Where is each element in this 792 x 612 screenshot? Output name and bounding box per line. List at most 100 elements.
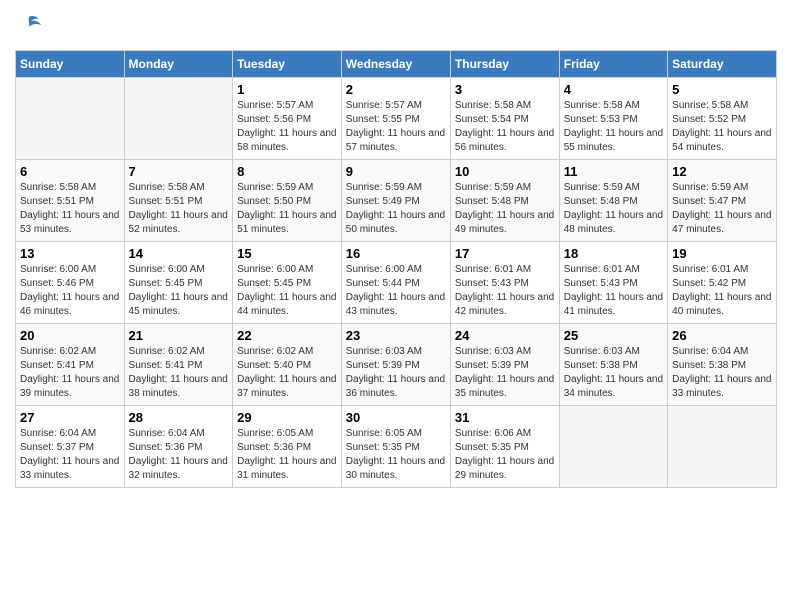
day-number: 29 [237,410,337,425]
calendar-cell: 21 Sunrise: 6:02 AM Sunset: 5:41 PM Dayli… [124,324,233,406]
day-number: 30 [346,410,446,425]
day-number: 6 [20,164,120,179]
day-info: Sunrise: 5:59 AM Sunset: 5:48 PM Dayligh… [564,181,663,237]
col-header-saturday: Saturday [668,51,777,78]
day-number: 18 [564,246,663,261]
day-number: 25 [564,328,663,343]
day-info: Sunrise: 6:02 AM Sunset: 5:41 PM Dayligh… [20,345,120,401]
logo-bird-icon [17,15,41,35]
calendar-cell: 20 Sunrise: 6:02 AM Sunset: 5:41 PM Dayli… [16,324,125,406]
calendar-cell [124,78,233,160]
col-header-thursday: Thursday [450,51,559,78]
day-info: Sunrise: 5:57 AM Sunset: 5:56 PM Dayligh… [237,99,337,155]
calendar-cell: 7 Sunrise: 5:58 AM Sunset: 5:51 PM Daylig… [124,160,233,242]
calendar-cell: 16 Sunrise: 6:00 AM Sunset: 5:44 PM Dayli… [341,242,450,324]
calendar-cell [16,78,125,160]
day-info: Sunrise: 5:58 AM Sunset: 5:54 PM Dayligh… [455,99,555,155]
day-number: 22 [237,328,337,343]
day-number: 4 [564,82,663,97]
calendar-cell: 4 Sunrise: 5:58 AM Sunset: 5:53 PM Daylig… [559,78,667,160]
day-number: 10 [455,164,555,179]
day-info: Sunrise: 5:59 AM Sunset: 5:50 PM Dayligh… [237,181,337,237]
day-number: 21 [129,328,229,343]
day-number: 11 [564,164,663,179]
day-number: 2 [346,82,446,97]
day-info: Sunrise: 6:00 AM Sunset: 5:44 PM Dayligh… [346,263,446,319]
calendar-week-2: 6 Sunrise: 5:58 AM Sunset: 5:51 PM Daylig… [16,160,777,242]
day-number: 8 [237,164,337,179]
day-number: 24 [455,328,555,343]
calendar-cell: 28Sunrise: 6:04 AM Sunset: 5:36 PM Dayli… [124,406,233,488]
day-info: Sunrise: 6:03 AM Sunset: 5:39 PM Dayligh… [455,345,555,401]
day-info: Sunrise: 5:59 AM Sunset: 5:47 PM Dayligh… [672,181,772,237]
day-number: 17 [455,246,555,261]
day-info: Sunrise: 5:58 AM Sunset: 5:52 PM Dayligh… [672,99,772,155]
day-number: 28 [129,410,229,425]
col-header-friday: Friday [559,51,667,78]
calendar-cell: 17 Sunrise: 6:01 AM Sunset: 5:43 PM Dayli… [450,242,559,324]
calendar-cell: 8 Sunrise: 5:59 AM Sunset: 5:50 PM Daylig… [233,160,342,242]
calendar-week-4: 20 Sunrise: 6:02 AM Sunset: 5:41 PM Dayli… [16,324,777,406]
day-info: Sunrise: 6:01 AM Sunset: 5:42 PM Dayligh… [672,263,772,319]
calendar-week-5: 27Sunrise: 6:04 AM Sunset: 5:37 PM Dayli… [16,406,777,488]
day-number: 14 [129,246,229,261]
day-number: 12 [672,164,772,179]
calendar-cell: 19Sunrise: 6:01 AM Sunset: 5:42 PM Dayli… [668,242,777,324]
day-info: Sunrise: 6:06 AM Sunset: 5:35 PM Dayligh… [455,427,555,483]
calendar-cell: 27Sunrise: 6:04 AM Sunset: 5:37 PM Dayli… [16,406,125,488]
day-number: 31 [455,410,555,425]
day-number: 16 [346,246,446,261]
day-info: Sunrise: 6:00 AM Sunset: 5:45 PM Dayligh… [237,263,337,319]
calendar-cell: 30Sunrise: 6:05 AM Sunset: 5:35 PM Dayli… [341,406,450,488]
calendar-cell: 25 Sunrise: 6:03 AM Sunset: 5:38 PM Dayli… [559,324,667,406]
calendar-cell: 3 Sunrise: 5:58 AM Sunset: 5:54 PM Daylig… [450,78,559,160]
day-info: Sunrise: 6:02 AM Sunset: 5:41 PM Dayligh… [129,345,229,401]
calendar-cell: 24 Sunrise: 6:03 AM Sunset: 5:39 PM Dayli… [450,324,559,406]
day-number: 3 [455,82,555,97]
day-info: Sunrise: 6:01 AM Sunset: 5:43 PM Dayligh… [455,263,555,319]
day-number: 7 [129,164,229,179]
day-info: Sunrise: 5:58 AM Sunset: 5:53 PM Dayligh… [564,99,663,155]
day-number: 27 [20,410,120,425]
calendar-cell: 15Sunrise: 6:00 AM Sunset: 5:45 PM Dayli… [233,242,342,324]
calendar-cell: 26 Sunrise: 6:04 AM Sunset: 5:38 PM Dayli… [668,324,777,406]
logo [15,15,49,40]
calendar-cell: 2 Sunrise: 5:57 AM Sunset: 5:55 PM Daylig… [341,78,450,160]
calendar-cell: 6Sunrise: 5:58 AM Sunset: 5:51 PM Daylig… [16,160,125,242]
day-info: Sunrise: 6:03 AM Sunset: 5:38 PM Dayligh… [564,345,663,401]
day-number: 23 [346,328,446,343]
day-info: Sunrise: 6:04 AM Sunset: 5:38 PM Dayligh… [672,345,772,401]
calendar-cell: 18 Sunrise: 6:01 AM Sunset: 5:43 PM Dayli… [559,242,667,324]
calendar-cell: 14 Sunrise: 6:00 AM Sunset: 5:45 PM Dayli… [124,242,233,324]
calendar-body: 1Sunrise: 5:57 AM Sunset: 5:56 PM Daylig… [16,78,777,488]
calendar-table: SundayMondayTuesdayWednesdayThursdayFrid… [15,50,777,488]
calendar-cell: 12 Sunrise: 5:59 AM Sunset: 5:47 PM Dayli… [668,160,777,242]
day-info: Sunrise: 5:58 AM Sunset: 5:51 PM Dayligh… [129,181,229,237]
day-info: Sunrise: 5:57 AM Sunset: 5:55 PM Dayligh… [346,99,446,155]
col-header-monday: Monday [124,51,233,78]
day-info: Sunrise: 6:00 AM Sunset: 5:45 PM Dayligh… [129,263,229,319]
calendar-cell: 5 Sunrise: 5:58 AM Sunset: 5:52 PM Daylig… [668,78,777,160]
day-info: Sunrise: 6:05 AM Sunset: 5:36 PM Dayligh… [237,427,337,483]
calendar-header-row: SundayMondayTuesdayWednesdayThursdayFrid… [16,51,777,78]
calendar-cell: 10Sunrise: 5:59 AM Sunset: 5:48 PM Dayli… [450,160,559,242]
calendar-cell: 22Sunrise: 6:02 AM Sunset: 5:40 PM Dayli… [233,324,342,406]
day-number: 26 [672,328,772,343]
day-number: 9 [346,164,446,179]
page-header [15,15,777,40]
day-number: 20 [20,328,120,343]
day-number: 13 [20,246,120,261]
calendar-week-3: 13 Sunrise: 6:00 AM Sunset: 5:46 PM Dayli… [16,242,777,324]
calendar-cell: 13 Sunrise: 6:00 AM Sunset: 5:46 PM Dayli… [16,242,125,324]
col-header-wednesday: Wednesday [341,51,450,78]
calendar-cell: 31 Sunrise: 6:06 AM Sunset: 5:35 PM Dayli… [450,406,559,488]
day-number: 5 [672,82,772,97]
day-info: Sunrise: 6:00 AM Sunset: 5:46 PM Dayligh… [20,263,120,319]
col-header-tuesday: Tuesday [233,51,342,78]
col-header-sunday: Sunday [16,51,125,78]
calendar-cell [559,406,667,488]
day-info: Sunrise: 6:01 AM Sunset: 5:43 PM Dayligh… [564,263,663,319]
calendar-cell [668,406,777,488]
calendar-cell: 23 Sunrise: 6:03 AM Sunset: 5:39 PM Dayli… [341,324,450,406]
day-info: Sunrise: 6:03 AM Sunset: 5:39 PM Dayligh… [346,345,446,401]
